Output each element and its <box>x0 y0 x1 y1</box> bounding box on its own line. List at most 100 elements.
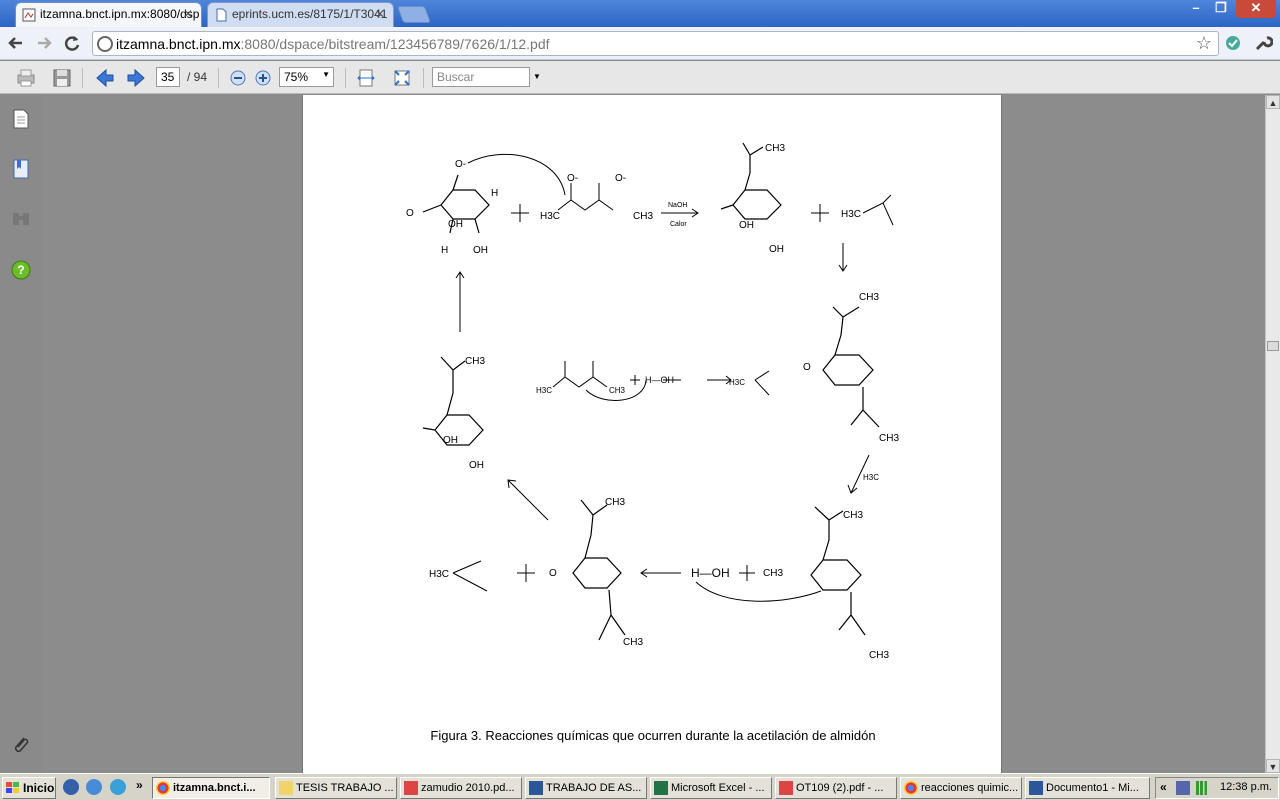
page-number-input[interactable]: 35 <box>156 67 180 87</box>
task-excel[interactable]: Microsoft Excel - ... <box>650 777 772 799</box>
glucose-ring-left <box>422 356 484 446</box>
acetic-anhydride <box>557 183 614 211</box>
search-input[interactable]: Buscar <box>432 67 530 87</box>
next-page-icon[interactable] <box>125 67 147 89</box>
forward-button[interactable] <box>32 32 56 54</box>
task-word[interactable]: TRABAJO DE AS... <box>525 777 647 799</box>
zoom-select[interactable]: 75% ▼ <box>279 67 334 87</box>
toolbar-separator <box>218 68 219 88</box>
ch3-label: CH3 <box>465 356 485 367</box>
ch3-label: CH3 <box>859 292 879 303</box>
quicklaunch-icon[interactable] <box>63 779 79 795</box>
scroll-thumb[interactable] <box>1267 341 1279 351</box>
maximize-button[interactable]: ❐ <box>1208 0 1234 18</box>
help-icon[interactable]: ? <box>10 257 32 281</box>
browser-window: itzamna.bnct.ipn.mx:8080/dsp ✕ eprints.u… <box>0 0 1280 800</box>
start-button[interactable]: Inicio <box>2 777 56 799</box>
save-icon[interactable] <box>51 67 73 89</box>
search-dropdown-icon[interactable]: ▼ <box>533 72 541 81</box>
network-icon[interactable] <box>1176 781 1190 795</box>
oh-label: OH <box>443 435 458 446</box>
plus-sign <box>811 204 829 222</box>
start-label: Inicio <box>23 781 55 795</box>
signal-icon[interactable] <box>1196 781 1210 795</box>
windows-logo-icon <box>6 782 19 793</box>
reaction-arrow <box>838 243 848 272</box>
task-label: reacciones quimic... <box>921 782 1019 794</box>
task-pdf[interactable]: zamudio 2010.pd... <box>400 777 522 799</box>
h3c-label: H3C <box>540 211 560 222</box>
h-label: H <box>441 245 448 256</box>
tray-expand-icon[interactable]: « <box>1160 780 1167 794</box>
navigation-toolbar: itzamna.bnct.ipn.mx:8080/dspace/bitstrea… <box>0 27 1280 60</box>
pages-icon[interactable] <box>10 107 32 131</box>
ch3-label: CH3 <box>605 497 625 508</box>
task-chrome[interactable]: itzamna.bnct.i... <box>152 777 270 799</box>
previous-page-icon[interactable] <box>94 67 116 89</box>
page-total: / 94 <box>187 70 208 84</box>
o-label: O <box>803 362 811 373</box>
zoom-in-icon[interactable] <box>252 67 274 89</box>
o-minus-label: O- <box>455 159 466 170</box>
fit-page-icon[interactable] <box>391 67 413 89</box>
ch3-label: CH3 <box>843 510 863 521</box>
system-tray: « 12:38 p.m. <box>1155 777 1279 799</box>
h3c-label: H3C <box>863 473 879 482</box>
glucose-ring-top-right <box>720 142 782 220</box>
h3c-label: H3C <box>729 378 745 387</box>
tab-itzamna[interactable]: itzamna.bnct.ipn.mx:8080/dsp ✕ <box>15 2 202 27</box>
quicklaunch-icon[interactable] <box>86 779 102 795</box>
task-pdf-2[interactable]: OT109 (2).pdf - ... <box>775 777 897 799</box>
zoom-out-icon[interactable] <box>227 67 249 89</box>
task-folder[interactable]: TESIS TRABAJO ... <box>275 777 397 799</box>
glucose-ring-bottom-right <box>810 506 866 636</box>
back-button[interactable] <box>4 32 28 54</box>
fit-width-icon[interactable] <box>355 67 377 89</box>
ch3-label: CH3 <box>765 143 785 154</box>
glucose-ring-right <box>822 306 880 428</box>
page-favicon-icon <box>216 8 227 22</box>
new-tab-button[interactable] <box>396 6 432 23</box>
task-chrome-2[interactable]: reacciones quimic... <box>900 777 1022 799</box>
ch3-label: CH3 <box>879 433 899 444</box>
address-bar[interactable]: itzamna.bnct.ipn.mx:8080/dspace/bitstrea… <box>92 31 1219 56</box>
ch3-label: CH3 <box>623 637 643 648</box>
wrench-icon[interactable] <box>1253 33 1273 53</box>
oh-label: OH <box>469 460 484 471</box>
quicklaunch-more-icon[interactable]: » <box>136 778 143 792</box>
h3c-label: H3C <box>536 386 552 395</box>
print-icon[interactable] <box>15 67 37 89</box>
url-text: itzamna.bnct.ipn.mx:8080/dspace/bitstrea… <box>116 36 550 52</box>
scroll-down-icon[interactable]: ▼ <box>1266 759 1280 773</box>
tab-close-icon[interactable]: ✕ <box>183 3 193 26</box>
bookmark-star-icon[interactable]: ☆ <box>1196 33 1212 54</box>
vertical-scrollbar[interactable]: ▲ ▼ <box>1265 95 1280 773</box>
o-label: O <box>549 568 557 579</box>
search-binoculars-icon[interactable] <box>10 207 32 231</box>
chrome-icon <box>904 781 918 795</box>
task-label: Documento1 - Mi... <box>1046 782 1139 794</box>
acetylation-reaction-diagram: O- O OH OH H H H3C CH3 O- O- NaOH Calor … <box>406 142 899 661</box>
ch3-label: CH3 <box>609 386 626 395</box>
tab-eprints[interactable]: eprints.ucm.es/8175/1/T3041 ✕ <box>207 2 394 27</box>
reload-icon <box>64 36 80 51</box>
o-label: O <box>406 208 414 219</box>
task-label: zamudio 2010.pd... <box>421 782 515 794</box>
quicklaunch-icon[interactable] <box>110 779 126 795</box>
folder-icon <box>279 781 293 795</box>
tab-title: eprints.ucm.es/8175/1/T3041 <box>232 7 388 21</box>
electron-arrow <box>695 581 822 602</box>
task-word-2[interactable]: Documento1 - Mi... <box>1025 777 1150 799</box>
document-viewport[interactable]: O- O OH OH H H H3C CH3 O- O- NaOH Calor … <box>42 95 1265 773</box>
close-window-button[interactable]: ✕ <box>1236 0 1276 18</box>
scroll-up-icon[interactable]: ▲ <box>1266 95 1280 109</box>
reload-button[interactable] <box>60 32 84 54</box>
page-info-icon[interactable] <box>97 36 113 52</box>
tab-close-icon[interactable]: ✕ <box>375 3 385 26</box>
toolbar-separator <box>423 68 424 88</box>
attachment-icon[interactable] <box>10 733 32 757</box>
extension-icon[interactable] <box>1224 34 1242 52</box>
acetate-ion <box>862 194 894 226</box>
bookmarks-icon[interactable] <box>10 157 32 181</box>
minimize-button[interactable]: – <box>1183 0 1209 18</box>
